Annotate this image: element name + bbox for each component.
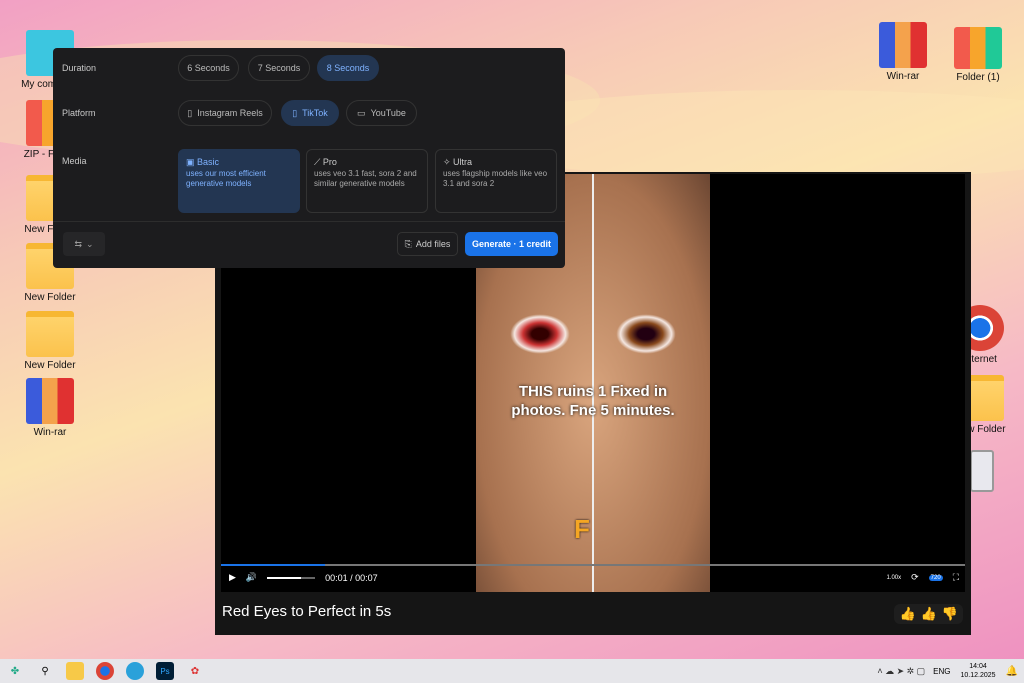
winrar-icon xyxy=(879,22,927,68)
media-pro[interactable]: ⟋ Pro uses veo 3.1 fast, sora 2 and simil… xyxy=(306,149,428,213)
start-icon[interactable]: ✤ xyxy=(6,662,24,680)
time-display: 00:01 / 00:07 xyxy=(325,572,378,583)
desktop-icon-winrar[interactable]: Win-rar xyxy=(868,22,938,82)
platform-tiktok[interactable]: ▯ TikTok xyxy=(281,100,339,126)
caption-line: photos. Fne 5 minutes. xyxy=(511,402,675,419)
duration-8s[interactable]: 8 Seconds xyxy=(317,55,379,81)
media-basic[interactable]: ▣ Basic uses our most efficient generativ… xyxy=(178,149,300,213)
platform-label: Platform xyxy=(62,108,96,118)
thumbs-up-icon[interactable]: 👍 xyxy=(921,606,937,622)
phone-icon: ▯ xyxy=(292,107,298,118)
telegram-icon[interactable] xyxy=(126,662,144,680)
chrome-icon[interactable] xyxy=(96,662,114,680)
fixed-eye xyxy=(616,314,676,354)
divider xyxy=(53,221,565,222)
tray-icons[interactable]: ˄ ☁ ➤ ✲ ▢ xyxy=(877,666,925,677)
film-icon: ▣ xyxy=(186,157,198,167)
platform-youtube[interactable]: ▭ YouTube xyxy=(346,100,417,126)
paperclip-icon: ⎘ xyxy=(404,238,412,249)
love-icon[interactable]: 👍 xyxy=(899,606,915,622)
sparkle-icon: ✧ xyxy=(443,157,454,167)
red-eye xyxy=(510,314,570,354)
volume-icon[interactable]: 🔊 xyxy=(246,572,257,583)
recycle-bin-icon[interactable] xyxy=(970,450,994,492)
fix-the-photo-logo: F xyxy=(574,514,590,544)
quality-badge[interactable]: 720 xyxy=(928,574,943,581)
video-title: Red Eyes to Perfect in 5s xyxy=(222,603,392,620)
file-explorer-icon[interactable] xyxy=(66,662,84,680)
desktop-icon-winrar[interactable]: Win-rar xyxy=(15,378,85,438)
generate-dialog: Duration 6 Seconds 7 Seconds 8 Seconds P… xyxy=(53,48,565,268)
speed-button[interactable]: 1.00x xyxy=(886,575,901,581)
sliders-icon: ⇆ xyxy=(74,238,82,249)
volume-slider[interactable] xyxy=(267,576,316,579)
search-icon[interactable]: ⚲ xyxy=(36,662,54,680)
binders-icon xyxy=(954,27,1002,69)
media-ultra[interactable]: ✧ Ultra uses flagship models like veo 3.1… xyxy=(435,149,557,213)
fullscreen-icon[interactable]: ⛶ xyxy=(953,572,959,583)
desktop-icon-folder[interactable]: New Folder xyxy=(15,311,85,371)
monitor-icon: ▭ xyxy=(357,107,366,118)
language-indicator[interactable]: ENG xyxy=(933,667,950,676)
media-label: Media xyxy=(62,156,87,166)
platform-instagram[interactable]: ▯ Instagram Reels xyxy=(178,100,272,126)
add-files-button[interactable]: ⎘ Add files xyxy=(397,232,458,256)
phone-icon: ▯ xyxy=(187,107,193,118)
generate-button[interactable]: Generate · 1 credit xyxy=(465,232,558,256)
caption-line: THIS ruins 1 Fixed in xyxy=(518,383,668,400)
taskbar: ✤ ⚲ Ps ✿ ˄ ☁ ➤ ✲ ▢ ENG 14:04 10.12.2025 🔔 xyxy=(0,659,1024,683)
app-icon[interactable]: ✿ xyxy=(186,662,204,680)
photoshop-icon[interactable]: Ps xyxy=(156,662,174,680)
winrar-icon xyxy=(26,378,74,424)
settings-dropdown[interactable]: ⇆ ⌄ xyxy=(63,232,105,256)
desktop-icon-folder-1[interactable]: Folder (1) xyxy=(943,27,1013,83)
clock[interactable]: 14:04 10.12.2025 xyxy=(961,662,996,680)
progress-bar[interactable] xyxy=(221,564,965,566)
duration-label: Duration xyxy=(62,63,97,73)
duration-6s[interactable]: 6 Seconds xyxy=(178,55,239,81)
loop-icon[interactable]: ⟳ xyxy=(911,572,919,583)
notification-icon[interactable]: 🔔 xyxy=(1006,666,1018,677)
play-icon[interactable]: ▶ xyxy=(229,572,236,583)
folder-icon xyxy=(26,311,74,357)
wand-icon: ⟋ xyxy=(314,157,323,167)
chevron-down-icon: ⌄ xyxy=(86,238,94,249)
thumbs-down-icon[interactable]: 👎 xyxy=(942,606,958,622)
duration-7s[interactable]: 7 Seconds xyxy=(248,55,310,81)
